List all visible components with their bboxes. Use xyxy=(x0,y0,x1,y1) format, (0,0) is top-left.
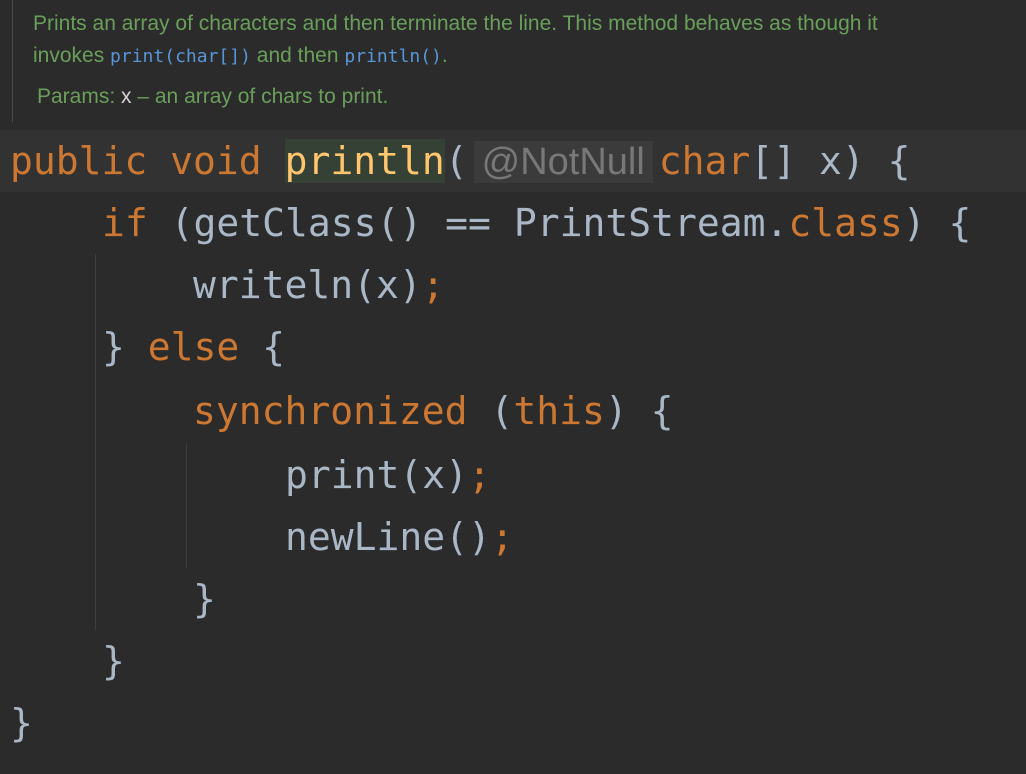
doc-param-description: – an array of chars to print. xyxy=(131,85,389,108)
keyword-void: void xyxy=(170,139,262,183)
code-line-writeln[interactable]: writeln(x); xyxy=(193,254,445,316)
code-line-method-signature[interactable]: public void println(@NotNull char[] x) { xyxy=(0,130,1026,192)
doc-left-border xyxy=(12,0,13,122)
keyword-class: class xyxy=(788,201,903,245)
doc-text-and-then: and then xyxy=(250,44,345,67)
semicolon: ; xyxy=(490,515,514,559)
open-paren: ( xyxy=(444,139,468,183)
close-brace: } xyxy=(102,639,125,683)
close-brace: } xyxy=(10,701,33,745)
keyword-if: if xyxy=(102,201,148,245)
code-line-newline[interactable]: newLine(); xyxy=(285,506,514,568)
type-char: char xyxy=(658,139,751,183)
doc-link-print-char-array[interactable]: print(char[]) xyxy=(110,46,251,67)
indent-guide xyxy=(186,444,187,568)
keyword-this: this xyxy=(513,389,605,433)
code-line-close-if[interactable]: } xyxy=(102,630,125,692)
code-line-if[interactable]: if (getClass() == PrintStream.class) { xyxy=(102,192,971,254)
open-brace: { xyxy=(239,325,286,369)
doc-description: Prints an array of characters and then t… xyxy=(33,8,1013,73)
close-brace: } xyxy=(193,577,216,621)
if-condition-end: ) { xyxy=(902,201,972,245)
sync-open-brace: ) { xyxy=(604,389,674,433)
open-paren: ( xyxy=(467,389,514,433)
code-line-close-method[interactable]: } xyxy=(10,692,33,754)
semicolon: ; xyxy=(468,453,491,497)
doc-params: Params: x – an array of chars to print. xyxy=(37,82,388,112)
call-newline: newLine() xyxy=(285,515,491,559)
code-line-synchronized[interactable]: synchronized (this) { xyxy=(193,380,673,442)
keyword-synchronized: synchronized xyxy=(193,389,468,433)
keyword-public: public xyxy=(10,139,148,183)
doc-text-period: . xyxy=(441,44,448,67)
doc-param-name: x xyxy=(121,85,132,108)
call-print: print(x) xyxy=(285,453,469,497)
code-line-close-sync[interactable]: } xyxy=(193,568,216,630)
doc-text-invokes: invokes xyxy=(33,44,111,67)
semicolon: ; xyxy=(421,263,445,307)
doc-params-label: Params: xyxy=(37,85,122,108)
code-line-else[interactable]: } else { xyxy=(102,316,285,378)
if-condition: (getClass() == PrintStream. xyxy=(147,201,789,245)
annotation-notnull: @NotNull xyxy=(473,141,653,183)
code-editor[interactable]: public void println(@NotNull char[] x) { … xyxy=(0,126,1026,774)
param-list-rest: [] x) { xyxy=(750,139,911,183)
doc-link-println[interactable]: println() xyxy=(344,46,442,67)
doc-description-line1: Prints an array of characters and then t… xyxy=(33,12,878,35)
call-writeln: writeln(x) xyxy=(193,263,422,307)
code-line-print[interactable]: print(x); xyxy=(285,444,491,506)
documentation-popup: Prints an array of characters and then t… xyxy=(0,0,1026,126)
keyword-else: else xyxy=(147,325,240,369)
indent-guide xyxy=(95,254,96,630)
method-name-println[interactable]: println xyxy=(284,139,445,183)
close-brace: } xyxy=(102,325,148,369)
